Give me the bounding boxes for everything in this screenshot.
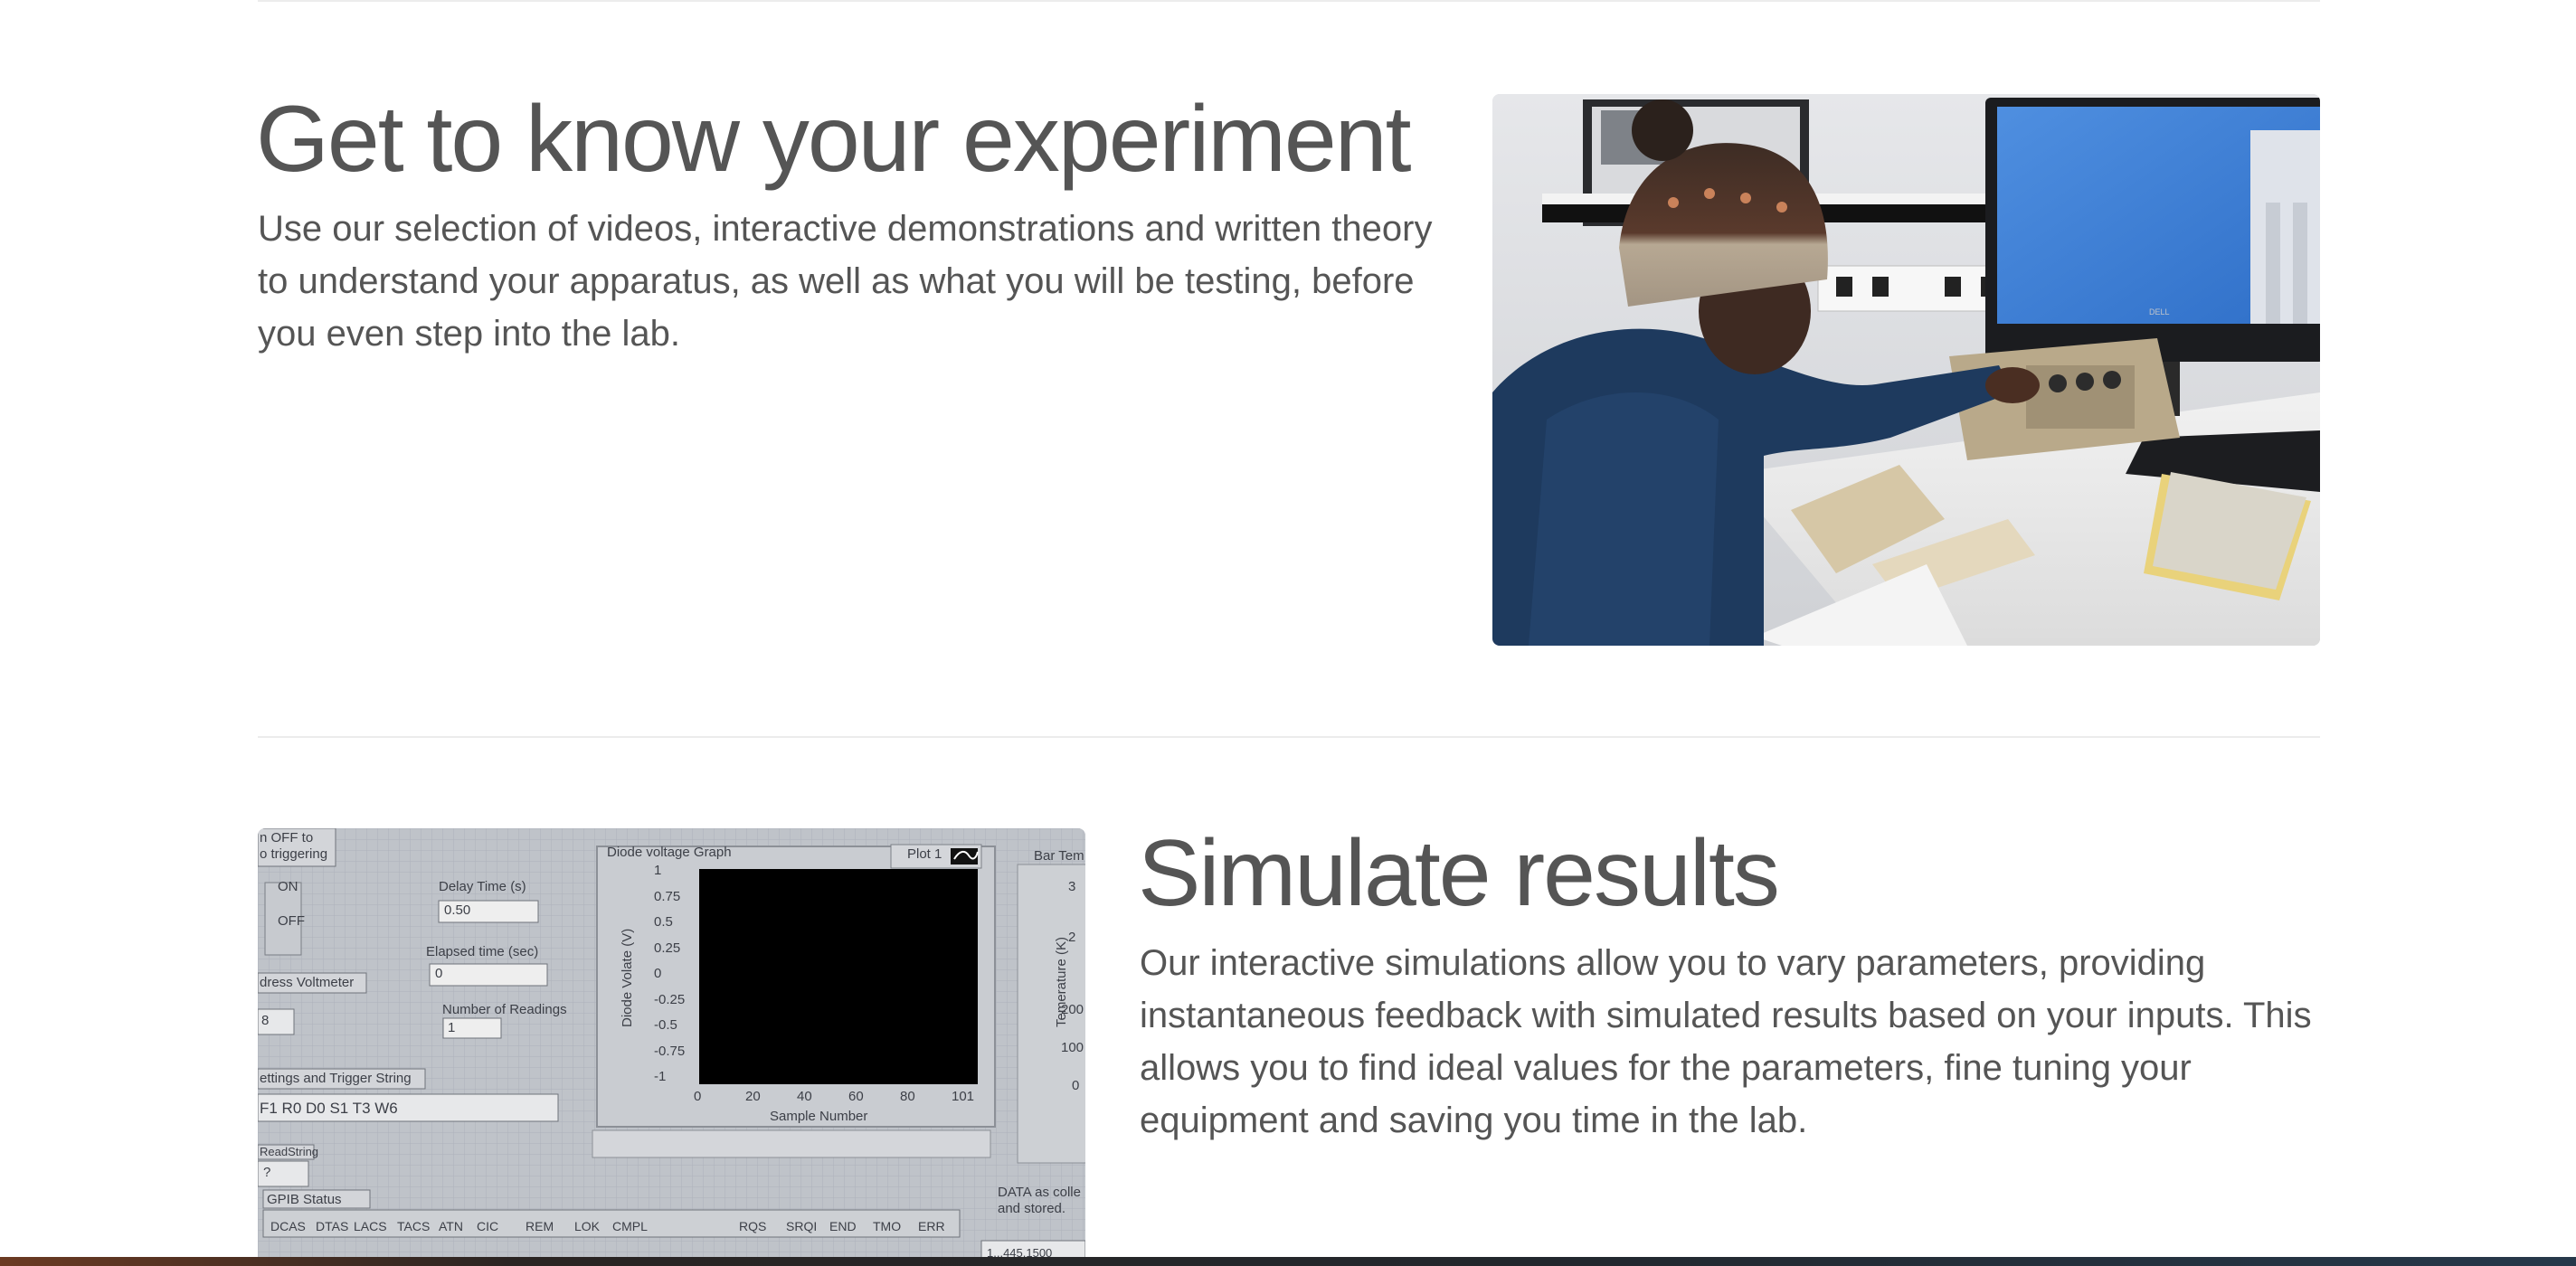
simulation-screenshot: n OFF to o triggering ON OFF Delay Time … [258,828,1085,1266]
gpib-status-bit: DTAS [316,1219,349,1233]
gpib-status-bit: CIC [477,1219,499,1233]
bar-temp-label: Bar Tem [1034,848,1084,864]
gpib-status-bit: LACS [354,1219,387,1233]
delay-time-label: Delay Time (s) [439,879,526,894]
graph-y-tick: 0.25 [654,940,681,956]
y-axis-label: Diode Volate (V) [620,928,635,1027]
gpib-status-bit: REM [526,1219,554,1233]
graph-title: Diode voltage Graph [607,845,732,860]
data-note-2: and stored. [998,1201,1066,1216]
graph-x-tick: 0 [694,1089,702,1104]
experiment-heading: Get to know your experiment [256,87,1412,192]
graph-y-tick: 1 [654,863,662,878]
temp-tick-4: 100 [1061,1040,1084,1055]
gpib-status-bit: LOK [574,1219,601,1233]
gpib-status-bit: TMO [873,1219,902,1233]
gpib-status-bit: DCAS [270,1219,306,1233]
gpib-status-bit: ERR [918,1219,945,1233]
settings-trigger-label: ettings and Trigger String [260,1071,412,1086]
gpib-status-bit: ATN [439,1219,463,1233]
gpib-status-bit: TACS [397,1219,431,1233]
elapsed-time-value: 0 [435,966,443,981]
gpib-status-bit: END [829,1219,857,1233]
temp-tick-5: 0 [1072,1078,1080,1093]
readstring-value: ? [263,1165,271,1180]
monitor-brand: DELL [2149,307,2170,316]
graph-x-tick: 20 [745,1089,761,1104]
num-readings-label: Number of Readings [442,1002,567,1017]
graph-x-tick: 80 [900,1089,915,1104]
graph-y-tick: -0.5 [654,1017,677,1033]
temp-tick-1: 3 [1068,879,1076,894]
address-voltmeter-label: dress Voltmeter [260,975,355,990]
switch-off-label[interactable]: OFF [278,913,305,929]
top-divider [258,0,2320,2]
num-readings-input[interactable]: 1 [448,1020,455,1035]
triggering-label-2: o triggering [260,846,328,862]
elapsed-time-label: Elapsed time (sec) [426,944,539,959]
settings-trigger-input[interactable]: F1 R0 D0 S1 T3 W6 [260,1100,398,1118]
data-note-1: DATA as colle [998,1185,1081,1200]
x-axis-label: Sample Number [770,1109,868,1124]
delay-time-input[interactable]: 0.50 [444,902,470,918]
graph-y-tick: 0 [654,966,662,981]
gpib-status-label: GPIB Status [267,1192,342,1207]
section-divider [258,736,2320,738]
simulate-heading: Simulate results [1138,821,1780,926]
graph-x-tick: 101 [952,1089,975,1104]
triggering-label-1: n OFF to [260,830,314,846]
plot-legend: Plot 1 [907,846,942,862]
graph-y-tick: 0.75 [654,888,681,904]
experiment-description: Use our selection of videos, interactive… [258,209,1433,354]
gpib-status-bit: SRQI [786,1219,818,1233]
graph-x-tick: 60 [848,1089,864,1104]
bottom-edge-strip [0,1257,2576,1266]
temp-tick-3: 200 [1061,1002,1084,1017]
gpib-status-bit: CMPL [612,1219,648,1233]
graph-y-tick: -0.25 [654,991,686,1007]
readstring-label: ReadString [260,1145,319,1158]
gpib-status-bit: RQS [739,1219,767,1233]
graph-y-tick: -1 [654,1069,667,1084]
graph-x-tick: 40 [797,1089,812,1104]
graph-y-tick: -0.75 [654,1043,686,1059]
graph-y-tick: 0.5 [654,914,673,930]
address-voltmeter-input[interactable]: 8 [261,1013,269,1028]
temp-tick-2: 2 [1068,930,1076,945]
lab-photo-illustration: DELL [1492,94,2320,646]
student-lab-photo: DELL [1492,94,2320,646]
simulate-description: Our interactive simulations allow you to… [1140,943,2312,1140]
switch-on-label[interactable]: ON [278,879,298,894]
